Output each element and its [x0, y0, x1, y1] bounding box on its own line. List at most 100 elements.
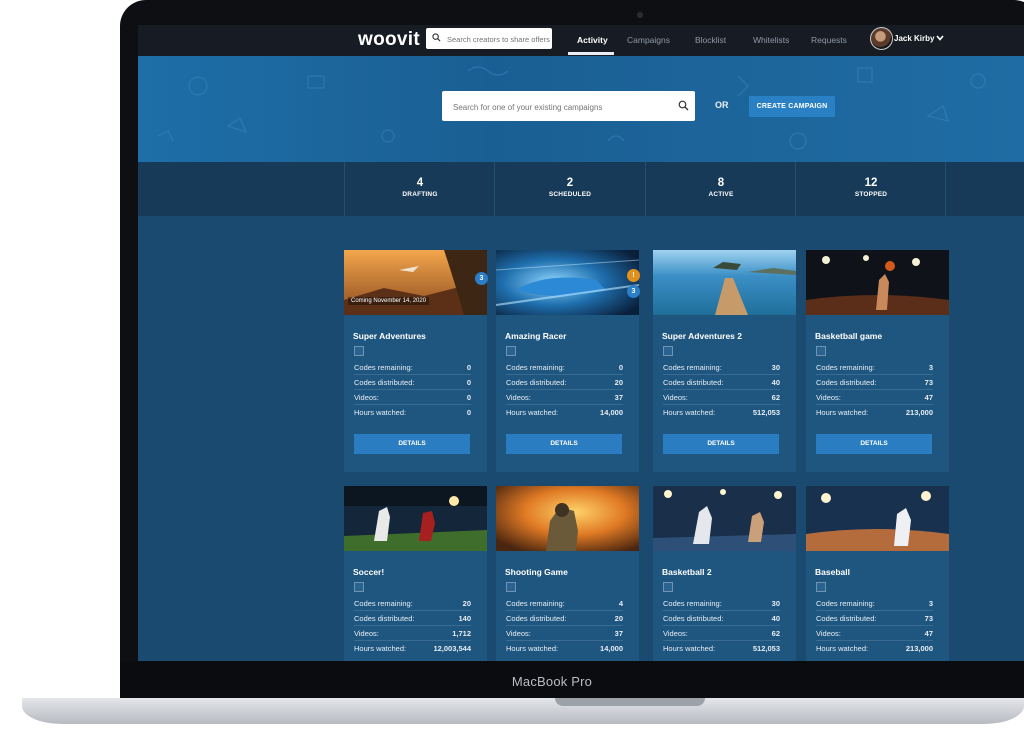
notification-count-badge: 3: [475, 272, 488, 285]
tab-stopped[interactable]: 12 STOPPED: [795, 162, 946, 216]
stat-videos: Videos: 62: [663, 390, 780, 405]
tab-count: 12: [864, 177, 878, 189]
laptop-notch: [555, 698, 705, 706]
search-icon[interactable]: [678, 100, 689, 111]
campaign-card[interactable]: Shooting Game Codes remaining: 4 Codes di…: [496, 486, 639, 661]
stat-codes-remaining: Codes remaining: 3: [816, 596, 933, 611]
campaign-thumbnail: [344, 486, 487, 551]
tab-label: DRAFTING: [402, 191, 438, 198]
app-screen: woovit Activity Campaigns Blocklist Whit…: [138, 25, 1024, 661]
tab-drafting[interactable]: 4 DRAFTING: [344, 162, 495, 216]
campaign-title: Super Adventures 2: [662, 331, 742, 341]
stat-hours-watched: Hours watched: 14,000: [506, 408, 623, 417]
campaign-thumbnail: [806, 250, 949, 315]
details-button[interactable]: DETAILS: [506, 434, 622, 454]
tab-active[interactable]: 8 ACTIVE: [645, 162, 796, 218]
details-button[interactable]: DETAILS: [354, 434, 470, 454]
notification-count-badge: 3: [627, 285, 640, 298]
nav-blocklist[interactable]: Blocklist: [695, 35, 726, 45]
stat-hours-watched: Hours watched: 213,000: [816, 644, 933, 653]
stat-codes-remaining: Codes remaining: 0: [354, 360, 471, 375]
campaign-title: Baseball: [815, 567, 850, 577]
select-checkbox[interactable]: [506, 582, 516, 592]
details-button[interactable]: DETAILS: [816, 434, 932, 454]
device-label: MacBook Pro: [511, 674, 593, 689]
campaign-thumbnail: [806, 486, 949, 551]
campaign-title: Soccer!: [353, 567, 385, 577]
select-checkbox[interactable]: [663, 346, 673, 356]
user-name[interactable]: Jack Kirby: [894, 34, 934, 43]
stat-videos: Videos: 37: [506, 626, 623, 641]
tab-count: 2: [566, 177, 574, 189]
tab-divider: [945, 162, 1024, 216]
laptop-base: [22, 698, 1024, 724]
stat-codes-remaining: Codes remaining: 3: [816, 360, 933, 375]
stat-codes-distributed: Codes distributed: 73: [816, 375, 933, 390]
stat-codes-remaining: Codes remaining: 30: [663, 360, 780, 375]
top-navigation-bar: woovit Activity Campaigns Blocklist Whit…: [138, 25, 1024, 56]
creator-search-input[interactable]: [445, 31, 553, 47]
user-avatar[interactable]: [870, 27, 893, 50]
nav-activity[interactable]: Activity: [577, 35, 608, 45]
details-button[interactable]: DETAILS: [663, 434, 779, 454]
campaign-card[interactable]: Soccer! Codes remaining: 20 Codes distrib…: [344, 486, 487, 661]
select-checkbox[interactable]: [506, 346, 516, 356]
campaign-card[interactable]: Baseball Codes remaining: 3 Codes distrib…: [806, 486, 949, 661]
stat-hours-watched: Hours watched: 512,053: [663, 644, 780, 653]
tab-count: 4: [416, 177, 424, 189]
stat-codes-distributed: Codes distributed: 40: [663, 375, 780, 390]
tab-label: ACTIVE: [708, 191, 734, 198]
stat-hours-watched: Hours watched: 512,053: [663, 408, 780, 417]
campaign-thumbnail: [496, 486, 639, 551]
select-checkbox[interactable]: [816, 346, 826, 356]
campaign-thumbnail: Coming November 14, 2020: [344, 250, 487, 315]
stat-videos: Videos: 1,712: [354, 626, 471, 641]
camera-dot: [637, 12, 643, 18]
campaign-thumbnail: [496, 250, 639, 315]
campaign-card[interactable]: Super Adventures 2 Codes remaining: 30 Co…: [653, 250, 796, 472]
campaign-search-input[interactable]: [451, 99, 670, 115]
nav-campaigns[interactable]: Campaigns: [627, 35, 670, 45]
nav-whitelists[interactable]: Whitelists: [753, 35, 789, 45]
stat-hours-watched: Hours watched: 0: [354, 408, 471, 417]
release-date-caption: Coming November 14, 2020: [348, 297, 430, 305]
stat-hours-watched: Hours watched: 14,000: [506, 644, 623, 653]
tab-count: 8: [717, 177, 725, 189]
campaign-card[interactable]: Amazing Racer Codes remaining: 0 Codes di…: [496, 250, 639, 472]
campaign-card[interactable]: Basketball game Codes remaining: 3 Codes …: [806, 250, 949, 472]
stat-codes-distributed: Codes distributed: 0: [354, 375, 471, 390]
campaign-cards-grid: Coming November 14, 2020 Super Adventure…: [138, 216, 1024, 661]
select-checkbox[interactable]: [816, 582, 826, 592]
active-nav-underline: [568, 52, 614, 55]
campaign-title: Shooting Game: [505, 567, 568, 577]
or-divider-text: OR: [715, 100, 729, 110]
create-campaign-button[interactable]: CREATE CAMPAIGN: [749, 96, 835, 117]
stat-codes-remaining: Codes remaining: 20: [354, 596, 471, 611]
select-checkbox[interactable]: [663, 582, 673, 592]
stat-videos: Videos: 37: [506, 390, 623, 405]
stat-codes-distributed: Codes distributed: 20: [506, 611, 623, 626]
campaign-card[interactable]: Basketball 2 Codes remaining: 30 Codes di…: [653, 486, 796, 661]
woovit-logo[interactable]: woovit: [358, 29, 420, 51]
stat-codes-distributed: Codes distributed: 20: [506, 375, 623, 390]
laptop-chin: MacBook Pro: [120, 661, 1024, 700]
nav-requests[interactable]: Requests: [811, 35, 847, 45]
stat-codes-distributed: Codes distributed: 40: [663, 611, 780, 626]
stat-codes-distributed: Codes distributed: 140: [354, 611, 471, 626]
stat-videos: Videos: 0: [354, 390, 471, 405]
tab-label: STOPPED: [854, 191, 888, 198]
select-checkbox[interactable]: [354, 346, 364, 356]
stat-codes-remaining: Codes remaining: 4: [506, 596, 623, 611]
tab-scheduled[interactable]: 2 SCHEDULED: [494, 162, 645, 216]
campaign-search-box[interactable]: [442, 91, 695, 121]
campaign-card[interactable]: Coming November 14, 2020 Super Adventure…: [344, 250, 487, 472]
chevron-down-icon[interactable]: [935, 33, 945, 43]
stat-codes-remaining: Codes remaining: 0: [506, 360, 623, 375]
stat-codes-remaining: Codes remaining: 30: [663, 596, 780, 611]
campaign-title: Basketball 2: [662, 567, 712, 577]
stat-hours-watched: Hours watched: 213,000: [816, 408, 933, 417]
campaign-status-tabs: 4 DRAFTING 2 SCHEDULED 8 ACTIVE 12 STOPP…: [138, 162, 1024, 218]
warning-badge: !: [627, 269, 640, 282]
creator-search-box[interactable]: [426, 28, 553, 49]
select-checkbox[interactable]: [354, 582, 364, 592]
